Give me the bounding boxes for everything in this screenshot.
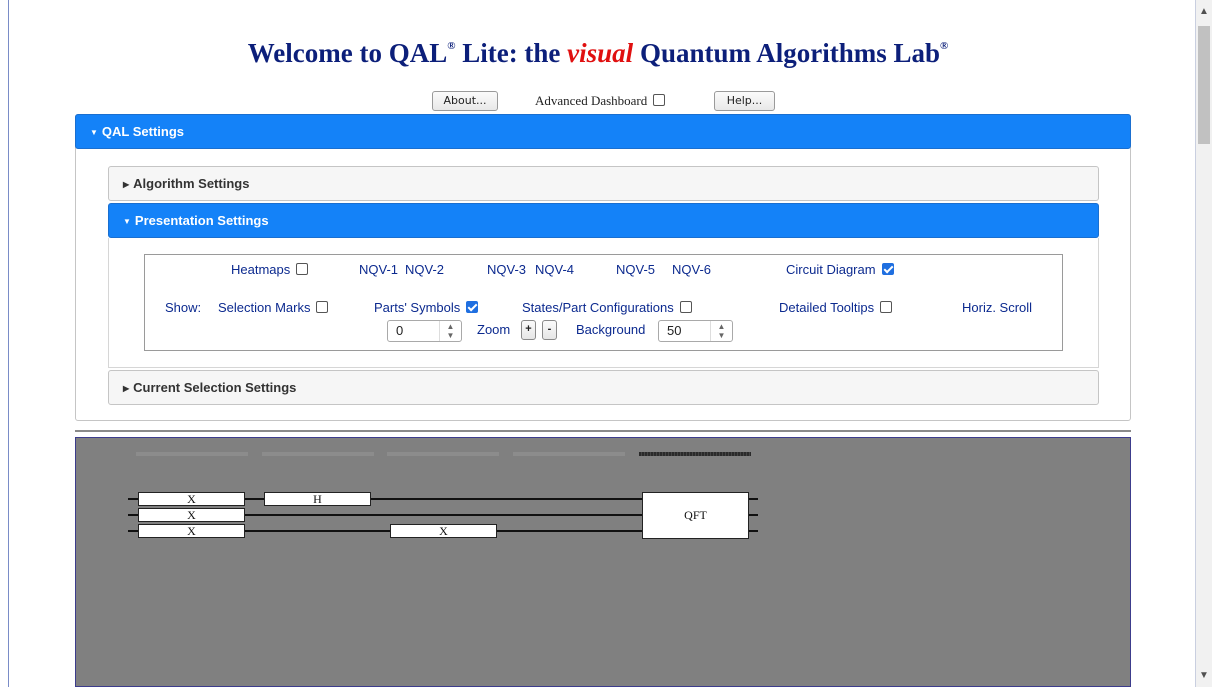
stepper-arrows-icon[interactable]: ▲ ▼ [439,321,461,341]
advanced-dashboard-label: Advanced Dashboard [535,93,648,108]
advanced-dashboard-toggle[interactable]: Advanced Dashboard [535,93,666,109]
view-tab-marker[interactable] [262,452,374,456]
stepper-arrows-icon[interactable]: ▲ ▼ [710,321,732,341]
advanced-dashboard-checkbox[interactable] [653,94,666,106]
view-tab-marker[interactable] [136,452,248,456]
heatmaps-option[interactable]: Heatmaps [231,262,309,277]
states-checkbox[interactable] [679,301,692,313]
presentation-settings-header[interactable]: ▼ Presentation Settings [108,203,1099,238]
nqv-6-link[interactable]: NQV-6 [672,262,711,277]
about-button[interactable]: About... [432,91,498,111]
nqv-2-link[interactable]: NQV-2 [405,262,444,277]
x-gate[interactable]: X [138,508,245,522]
caret-right-icon: ▶ [123,180,130,189]
nqv-4-link[interactable]: NQV-4 [535,262,574,277]
background-stepper[interactable]: 50 ▲ ▼ [658,320,733,342]
view-tab-marker-selected[interactable] [639,452,751,456]
algorithm-settings-header[interactable]: ▶ Algorithm Settings [108,166,1099,201]
qft-gate[interactable]: QFT [642,492,749,539]
zoom-label: Zoom [477,322,511,337]
x-gate[interactable]: X [138,524,245,538]
states-part-configurations-option[interactable]: States/Part Configurations [522,300,692,315]
qal-settings-header[interactable]: ▼ QAL Settings [75,114,1131,149]
vertical-scrollbar[interactable]: ▲ ▼ [1196,0,1212,687]
parts-symbols-option[interactable]: Parts' Symbols [374,300,479,315]
x-gate[interactable]: X [390,524,497,538]
caret-down-icon: ▼ [90,128,98,137]
circuit-diagram-option[interactable]: Circuit Diagram [786,262,894,277]
heatmaps-checkbox[interactable] [296,263,309,275]
section-divider [75,430,1131,432]
scroll-down-icon[interactable]: ▼ [1196,670,1212,682]
caret-right-icon: ▶ [123,384,130,393]
scroll-thumb[interactable] [1198,26,1210,144]
view-tab-marker[interactable] [513,452,625,456]
selection-marks-option[interactable]: Selection Marks [218,300,329,315]
zoom-in-button[interactable]: + [521,320,536,340]
h-gate[interactable]: H [264,492,371,506]
x-gate[interactable]: X [138,492,245,506]
background-label: Background [576,322,646,337]
page-title: Welcome to QAL® Lite: the visual Quantum… [247,38,949,68]
nqv-3-link[interactable]: NQV-3 [487,262,526,277]
scroll-up-icon[interactable]: ▲ [1196,6,1212,18]
horiz-scroll-stepper[interactable]: 0 ▲ ▼ [387,320,462,342]
circuit-canvas[interactable]: X H X X X QFT [75,437,1131,687]
view-tab-marker[interactable] [387,452,499,456]
horiz-scroll-label: Horiz. Scroll [962,300,1033,315]
detailed-tooltips-option[interactable]: Detailed Tooltips [779,300,893,315]
caret-down-icon: ▼ [123,217,131,226]
circuit-diagram-checkbox[interactable] [881,263,894,275]
visual-word: visual [567,38,634,68]
detailed-tooltips-checkbox[interactable] [880,301,893,313]
show-label: Show: [165,300,202,315]
nqv-1-link[interactable]: NQV-1 [359,262,398,277]
nqv-5-link[interactable]: NQV-5 [616,262,655,277]
selection-marks-checkbox[interactable] [316,301,329,313]
parts-symbols-checkbox[interactable] [466,301,479,313]
help-button[interactable]: Help... [714,91,775,111]
zoom-out-button[interactable]: - [542,320,557,340]
current-selection-settings-header[interactable]: ▶ Current Selection Settings [108,370,1099,405]
